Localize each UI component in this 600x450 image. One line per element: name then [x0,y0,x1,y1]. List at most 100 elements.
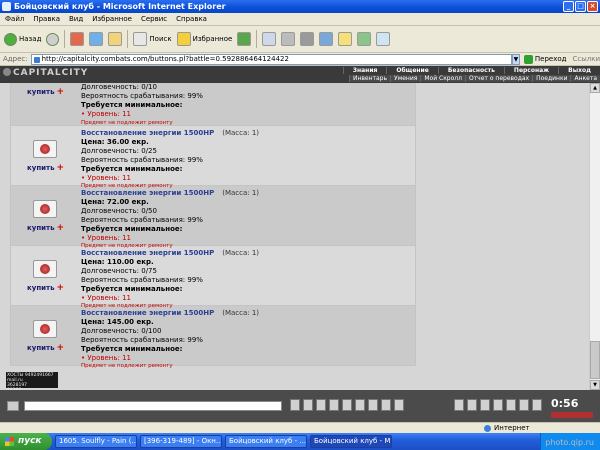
forward-button[interactable] [46,32,60,46]
search-icon[interactable] [394,399,404,411]
go-button[interactable]: Переход [523,54,566,64]
start-button[interactable]: пуск [0,433,52,450]
item-chance: Вероятность срабатывания: 99% [81,215,203,224]
fight-icon[interactable] [355,399,365,411]
item-mass: (Масса: 1) [222,249,260,257]
hit-counter[interactable]: ХОСТЫ 9492491667 mail.ru 3628197 11266 [6,372,58,393]
chat-mode-button[interactable] [7,401,19,411]
status-bar: Интернет [0,422,600,433]
buy-button[interactable]: купить + [27,87,64,97]
toolbar: Назад Поиск Избранное [0,26,600,53]
inventory-icon[interactable] [480,399,490,411]
nav-communication[interactable]: Общение [386,67,437,74]
settings-icon[interactable] [368,399,378,411]
menu-help[interactable]: Справка [176,13,207,25]
messenger-icon[interactable] [319,32,334,46]
nav-skills[interactable]: Умения [390,75,421,82]
menu-file[interactable]: Файл [5,13,24,25]
chat-bar: 0:56 [0,390,600,422]
address-input[interactable]: http://capitalcity.combats.com/buttons.p… [30,53,513,65]
item-name[interactable]: Восстановление энергии 1500HP [81,249,214,257]
task-icq[interactable]: [396-319-489] - Окн... [140,435,222,448]
buy-button[interactable]: купить + [27,343,64,353]
task-browser-1[interactable]: Бойцовский клуб - ... [225,435,307,448]
nav-inventory[interactable]: Инвентарь [348,75,391,82]
item-level: • Уровень: 11 [81,293,131,302]
back-arrow-icon [4,32,17,46]
minimize-button[interactable]: _ [563,1,574,12]
clear-icon[interactable] [303,399,313,411]
address-dropdown-icon[interactable]: ▼ [512,53,520,65]
window-icon[interactable] [376,32,391,46]
filter-icon[interactable] [316,399,326,411]
battle-icon[interactable] [519,399,529,411]
icq-icon[interactable] [357,32,372,46]
item-name[interactable]: Восстановление энергии 1500HP [81,309,214,317]
item-name[interactable]: Восстановление энергии 1500HP [81,189,214,197]
info-icon[interactable] [532,399,542,411]
buy-button[interactable]: купить + [27,283,64,293]
print-icon[interactable] [281,32,296,46]
nav-my-scroll[interactable]: Мой Скролл [420,75,465,82]
shop-content: купить + Долговечность: 0/10 Вероятность … [0,83,589,390]
item-info: Долговечность: 0/10 Вероятность срабатыв… [81,83,203,126]
translit-icon[interactable] [342,399,352,411]
maximize-button[interactable]: □ [575,1,586,12]
combats-logo [551,412,593,418]
send-icon[interactable] [290,399,300,411]
hand-icon[interactable] [454,399,464,411]
links-button[interactable]: Ссылки [572,55,600,63]
buy-button[interactable]: купить + [27,163,64,173]
buy-button[interactable]: купить + [27,223,64,233]
folder-icon[interactable] [338,32,353,46]
task-browser-2[interactable]: Бойцовский клуб - М... [310,435,392,448]
edit-icon[interactable] [300,32,315,46]
watermark: photo.qip.ru [545,438,594,447]
search-label: Поиск [149,35,172,43]
item-name[interactable]: Восстановление энергии 1500HP [81,129,214,137]
nav-profile[interactable]: Анкета [570,75,600,82]
mail-icon[interactable] [262,32,277,46]
main-nav: Знания Общение Безопасность Персонаж Вых… [342,67,600,74]
scroll-icon[interactable] [493,399,503,411]
item-durability: Долговечность: 0/75 [81,266,157,275]
close-button[interactable]: × [587,1,598,12]
shop-item: купить + Восстановление энергии 1500HP (Ма… [10,186,416,249]
page-scrollbar[interactable]: ▲ ▼ [589,83,600,390]
shop-item-list: купить + Долговечность: 0/10 Вероятность … [10,83,416,369]
item-mass: (Масса: 1) [222,189,260,197]
nav-exit[interactable]: Выход [558,67,600,74]
item-level: • Уровень: 11 [81,233,131,242]
chat-input[interactable] [24,401,282,411]
scroll-up-icon[interactable]: ▲ [590,83,600,93]
hands-icon[interactable] [467,399,477,411]
item-requirements: Требуется минимальное: [81,284,183,293]
chat-tools [290,399,404,411]
scroll-down-icon[interactable]: ▼ [590,380,600,390]
menu-favorites[interactable]: Избранное [92,13,132,25]
stop-icon[interactable] [70,32,85,46]
item-requirements: Требуется минимальное: [81,224,183,233]
nav-knowledge[interactable]: Знания [342,67,387,74]
task-winamp[interactable]: 1605. Soulfly - Pain (... [55,435,137,448]
map-icon[interactable] [506,399,516,411]
game-logo: CAPITALCITY [3,67,88,79]
menu-edit[interactable]: Правка [33,13,60,25]
refresh-icon[interactable] [89,32,104,46]
nav-character[interactable]: Персонаж [503,67,558,74]
menu-view[interactable]: Вид [69,13,83,25]
nav-transfer-report[interactable]: Отчет о переводах [464,75,533,82]
sound-icon[interactable] [381,399,391,411]
menu-tools[interactable]: Сервис [141,13,167,25]
home-icon[interactable] [108,32,123,46]
favorites-button[interactable]: Избранное [176,32,232,46]
scroll-thumb[interactable] [590,341,600,379]
item-chance: Вероятность срабатывания: 99% [81,91,203,100]
nav-security[interactable]: Безопасность [437,67,504,74]
back-button[interactable]: Назад [4,32,41,46]
item-chance: Вероятность срабатывания: 99% [81,335,203,344]
smile-icon[interactable] [329,399,339,411]
history-icon[interactable] [237,32,252,46]
search-button[interactable]: Поиск [133,32,172,46]
nav-duels[interactable]: Поединки [532,75,571,82]
